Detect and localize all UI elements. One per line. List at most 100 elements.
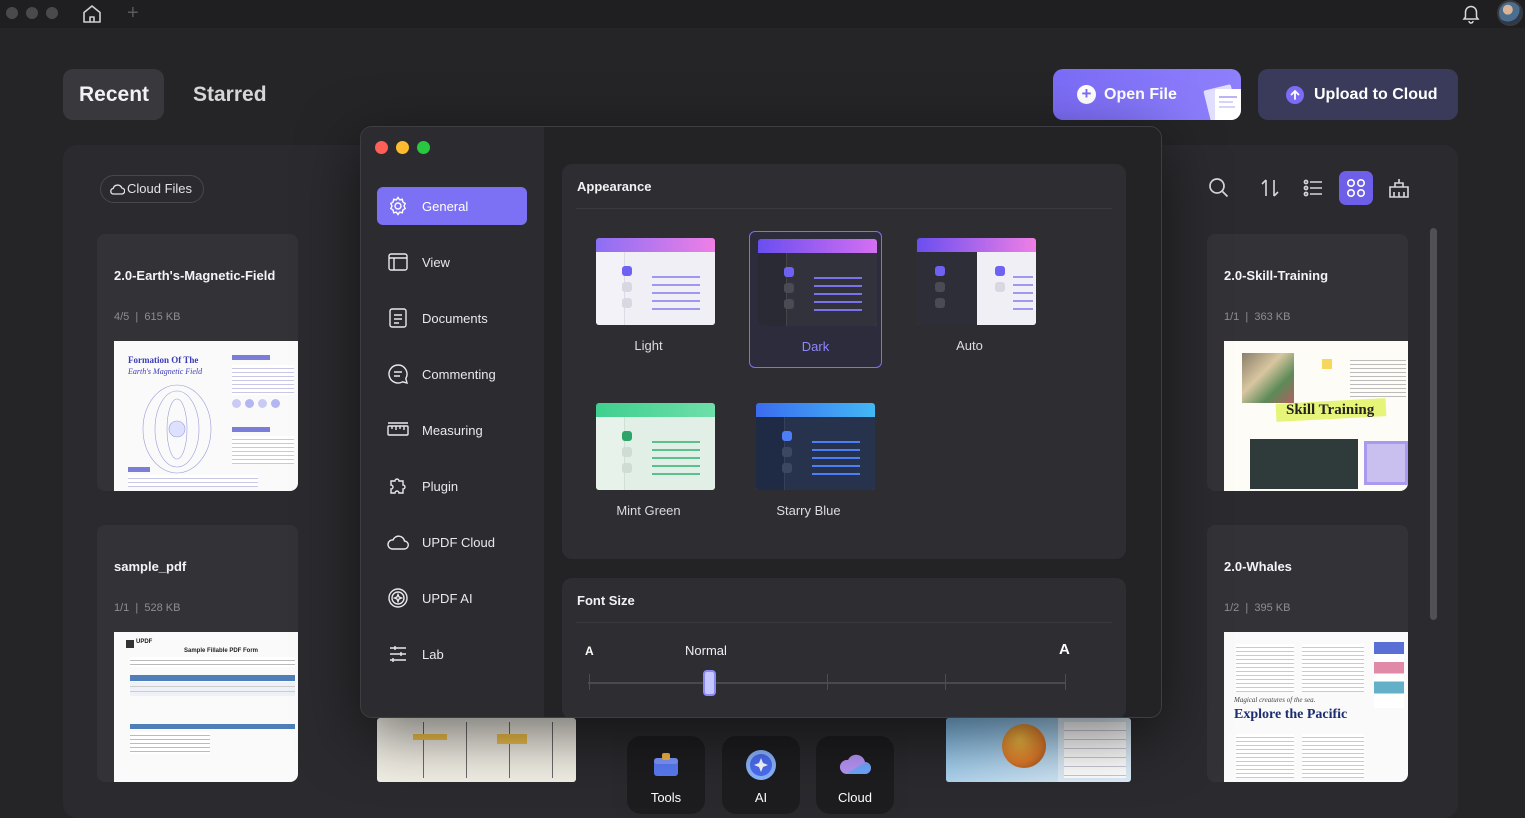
settings-nav-label: UPDF Cloud [422,535,495,550]
file-thumbnail [377,718,576,782]
window-minimize-dot[interactable] [26,7,38,19]
documents-stack-icon [1203,84,1241,120]
settings-nav-general[interactable]: General [377,187,527,225]
settings-close-button[interactable] [375,141,388,154]
dock-cloud-button[interactable]: Cloud [816,736,894,814]
file-card-meta: 1/1 | 528 KB [114,602,181,614]
settings-nav-label: Commenting [422,367,496,382]
avatar[interactable] [1497,0,1523,26]
settings-nav-label: UPDF AI [422,591,473,606]
font-size-slider-tick [827,674,828,690]
settings-maximize-button[interactable] [417,141,430,154]
font-size-slider-tick [945,674,946,690]
cloud-icon [387,535,409,550]
settings-minimize-button[interactable] [396,141,409,154]
file-card-meta: 1/2 | 395 KB [1224,602,1291,614]
font-size-small-label: A [585,644,594,658]
settings-nav-label: View [422,255,450,270]
window-icon [388,253,408,271]
plus-icon: + [1077,85,1096,104]
file-card[interactable]: 2.0-Earth's-Magnetic-Field 4/5 | 615 KB … [97,234,298,491]
file-thumbnail: Skill Training [1224,341,1408,491]
document-icon [389,308,407,328]
clean-icon[interactable] [1385,174,1413,202]
scrollbar[interactable] [1430,228,1437,620]
theme-preview-mint-green [596,403,715,490]
file-card[interactable]: 2.0-Whales 1/2 | 395 KB Magical creature… [1207,525,1408,782]
cloud-files-label: Cloud Files [127,181,193,196]
settings-nav-label: Documents [422,311,488,326]
grid-view-icon [1347,179,1365,197]
list-view-icon[interactable] [1299,174,1327,202]
file-card[interactable]: sample_pdf 1/1 | 528 KB UPDF Sample Fill… [97,525,298,782]
cloud-icon [110,184,125,195]
file-card-meta: 1/1 | 363 KB [1224,311,1291,323]
theme-label: Starry Blue [776,503,841,518]
font-size-slider-tick [1065,674,1066,690]
dock-tools-label: Tools [650,790,682,805]
theme-label: Light [634,338,663,353]
new-tab-icon[interactable]: + [127,3,143,23]
font-size-large-label: A [1059,641,1070,658]
theme-label: Mint Green [616,503,681,518]
ai-icon [388,588,408,608]
tab-starred[interactable]: Starred [177,69,287,120]
search-icon[interactable] [1205,174,1233,202]
theme-option-light[interactable]: Light [582,231,715,368]
appearance-section: Appearance Light Dark Auto Mint Green St… [562,164,1126,559]
open-file-label: Open File [1104,86,1177,103]
font-size-slider-tick [589,674,590,690]
settings-nav-label: Lab [422,647,444,662]
theme-label: Auto [956,338,983,353]
cloud-files-filter[interactable]: Cloud Files [100,175,204,203]
settings-nav-updf-cloud[interactable]: UPDF Cloud [377,523,527,561]
theme-preview-dark [758,239,877,326]
upload-icon [1286,86,1304,104]
title-bar [0,0,1525,28]
ruler-icon [387,422,409,436]
theme-label: Dark [801,339,830,354]
puzzle-icon [390,478,406,494]
gear-icon [389,196,407,216]
font-size-slider-thumb[interactable] [703,670,716,696]
upload-to-cloud-label: Upload to Cloud [1314,86,1438,103]
settings-nav-lab[interactable]: Lab [377,635,527,673]
settings-nav-updf-ai[interactable]: UPDF AI [377,579,527,617]
open-file-button[interactable]: + Open File [1053,69,1241,120]
file-thumbnail: UPDF Sample Fillable PDF Form [114,632,298,782]
home-icon[interactable] [80,2,104,26]
settings-nav-label: Plugin [422,479,459,494]
settings-nav-measuring[interactable]: Measuring [377,411,527,449]
theme-option-dark[interactable]: Dark [749,231,882,368]
settings-nav-documents[interactable]: Documents [377,299,527,337]
theme-option-auto[interactable]: Auto [903,231,1036,368]
font-size-title: Font Size [577,593,635,608]
bell-icon[interactable] [1460,2,1482,24]
appearance-title: Appearance [577,179,652,194]
dock-tools-button[interactable]: Tools [627,736,705,814]
dock-ai-label: AI [754,790,768,805]
theme-preview-light [596,238,715,325]
window-maximize-dot[interactable] [46,7,58,19]
dock-ai-button[interactable]: AI [722,736,800,814]
settings-nav-view[interactable]: View [377,243,527,281]
tab-recent[interactable]: Recent [63,69,164,120]
window-close-dot[interactable] [6,7,18,19]
sliders-icon [390,646,406,662]
settings-window: General View Documents Commenting Measur… [360,126,1162,718]
dock-cloud-label: Cloud [838,790,872,805]
settings-nav-plugin[interactable]: Plugin [377,467,527,505]
file-card-title: 2.0-Skill-Training [1224,268,1329,283]
font-size-section: Font Size [562,578,1126,717]
upload-to-cloud-button[interactable]: Upload to Cloud [1258,69,1458,120]
theme-option-mint-green[interactable]: Mint Green [582,396,715,533]
settings-nav-label: General [422,199,469,214]
sort-icon[interactable] [1256,174,1284,202]
font-size-value-label: Normal [685,643,727,658]
theme-option-starry-blue[interactable]: Starry Blue [742,396,875,533]
grid-view-button[interactable] [1339,171,1373,205]
file-card-title: sample_pdf [114,559,187,574]
file-card[interactable]: 2.0-Skill-Training 1/1 | 363 KB Skill Tr… [1207,234,1408,491]
file-thumbnail: Magical creatures of the sea. Explore th… [1224,632,1408,782]
settings-nav-commenting[interactable]: Commenting [377,355,527,393]
